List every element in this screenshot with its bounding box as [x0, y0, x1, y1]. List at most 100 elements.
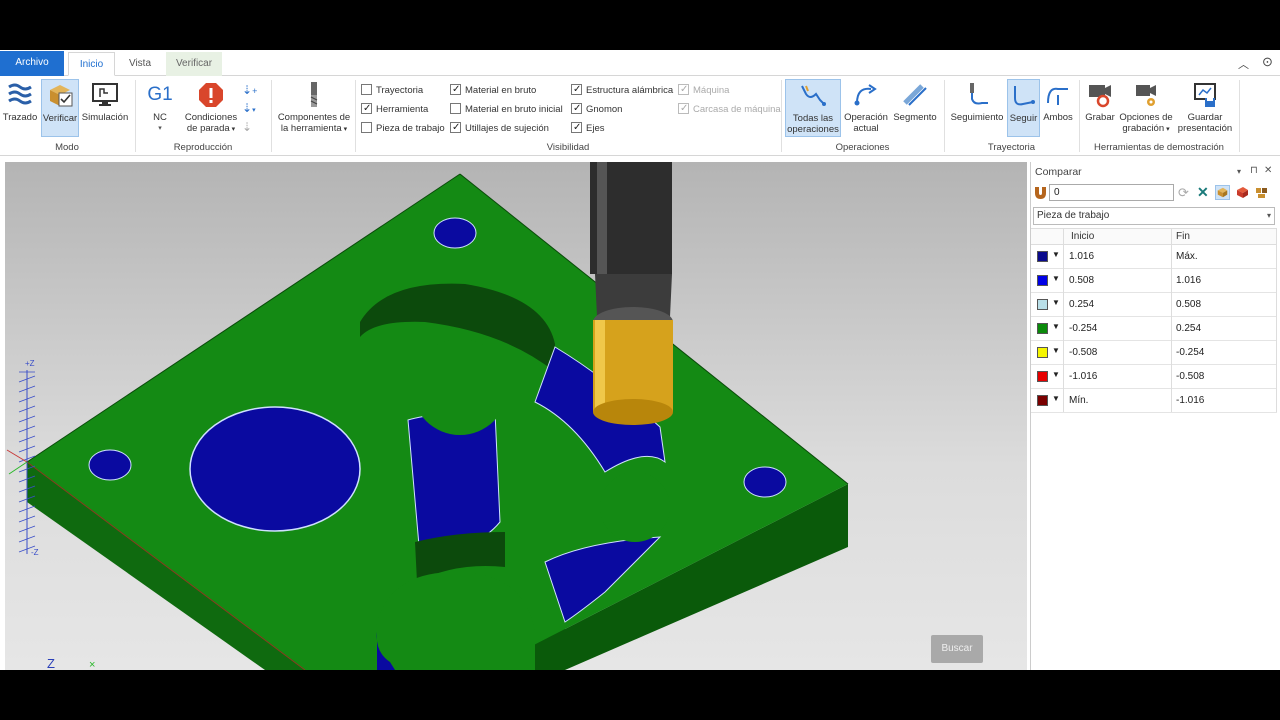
table-body: ▼ 1.016 Máx. ▼ 0.508 1.016 ▼ 0.254 0.508 ▼ -0.254 0… [1031, 245, 1277, 413]
cell-fin[interactable]: -0.254 [1176, 347, 1204, 358]
checkbox-box[interactable] [361, 122, 372, 133]
color-swatch[interactable] [1037, 323, 1048, 334]
color-dropdown-icon[interactable]: ▼ [1052, 394, 1060, 403]
compare-target-dropdown[interactable]: Pieza de trabajo ▾ [1033, 207, 1275, 225]
close-icon[interactable]: ✕ [1264, 165, 1272, 176]
cell-inicio[interactable]: Mín. [1069, 395, 1088, 406]
compare-value-input[interactable]: 0 [1049, 184, 1174, 201]
checkbox-trayectoria[interactable]: Trayectoria [361, 84, 423, 98]
group-label-reproduccion: Reproducción [173, 142, 233, 153]
gouge-box-icon[interactable] [1235, 185, 1250, 200]
tab-verificar[interactable]: Verificar [166, 52, 222, 76]
grabar-button[interactable]: Grabar [1083, 79, 1117, 123]
tab-archivo[interactable]: Archivo [0, 51, 64, 76]
seguir-button[interactable]: Seguir [1007, 79, 1040, 137]
color-dropdown-icon[interactable]: ▼ [1052, 250, 1060, 259]
checkbox-material-en-bruto[interactable]: Material en bruto [450, 83, 536, 98]
3d-viewport[interactable]: +Z -Z Z × Buscar [5, 162, 1027, 670]
color-dropdown-icon[interactable]: ▼ [1052, 298, 1060, 307]
table-row[interactable]: ▼ 0.508 1.016 [1031, 269, 1277, 293]
table-row[interactable]: ▼ -0.508 -0.254 [1031, 341, 1277, 365]
color-dropdown-icon[interactable]: ▼ [1052, 274, 1060, 283]
cell-fin[interactable]: 1.016 [1176, 275, 1201, 286]
nc-label: NC [153, 112, 167, 123]
cell-inicio[interactable]: 0.508 [1069, 275, 1094, 286]
cell-inicio[interactable]: -0.508 [1069, 347, 1097, 358]
checkbox-pieza-de-trabajo[interactable]: Pieza de trabajo [361, 122, 445, 136]
verificar-button[interactable]: Verificar [41, 79, 79, 137]
checkbox-label: Máquina [693, 85, 730, 96]
nc-button[interactable]: G1 NC ▾ [142, 79, 178, 134]
holder-icon[interactable] [1254, 185, 1269, 200]
cell-fin[interactable]: -0.508 [1176, 371, 1204, 382]
help-icon[interactable]: ⊙ [1262, 54, 1273, 70]
componentes-herramienta-button[interactable]: Componentes de la herramienta ▾ [275, 79, 353, 135]
checkbox-label: Estructura alámbrica [586, 85, 674, 96]
operacion-actual-button[interactable]: Operación actual [843, 79, 889, 134]
clear-icon[interactable]: ✕ [1197, 185, 1212, 200]
tab-inicio[interactable]: Inicio [68, 52, 115, 76]
refresh-icon[interactable]: ⟳ [1178, 185, 1193, 200]
magnet-icon[interactable] [1033, 185, 1048, 200]
checkbox-utillajes-de-sujeción[interactable]: Utillajes de sujeción [450, 121, 549, 136]
table-row[interactable]: ▼ -0.254 0.254 [1031, 317, 1277, 341]
seguimiento-button[interactable]: Seguimiento [949, 79, 1005, 123]
panel-menu-icon[interactable]: ▾ [1237, 167, 1241, 176]
divider [1239, 80, 1240, 152]
simulacion-button[interactable]: Simulación [81, 79, 129, 123]
segmento-button[interactable]: Segmento [892, 79, 938, 123]
checkbox-material-en-bruto-inicial[interactable]: Material en bruto inicial [450, 103, 563, 117]
table-row[interactable]: ▼ 1.016 Máx. [1031, 245, 1277, 269]
trazado-button[interactable]: Trazado [2, 79, 38, 123]
step-forward-icon[interactable]: ⇣+ [242, 82, 264, 100]
color-dropdown-icon[interactable]: ▼ [1052, 370, 1060, 379]
color-dropdown-icon[interactable]: ▼ [1052, 346, 1060, 355]
checkbox-ejes[interactable]: Ejes [571, 121, 604, 136]
cell-fin[interactable]: 0.508 [1176, 299, 1201, 310]
buscar-button[interactable]: Buscar [931, 635, 983, 663]
checkbox-herramienta[interactable]: Herramienta [361, 102, 428, 117]
color-swatch[interactable] [1037, 275, 1048, 286]
checkbox-gnomon[interactable]: Gnomon [571, 102, 622, 117]
color-dropdown-icon[interactable]: ▼ [1052, 322, 1060, 331]
step-back-icon[interactable]: ⇣▾ [242, 100, 264, 119]
cell-inicio[interactable]: -1.016 [1069, 371, 1097, 382]
color-swatch[interactable] [1037, 251, 1048, 262]
checkbox-estructura-alámbrica[interactable]: Estructura alámbrica [571, 83, 674, 98]
color-swatch[interactable] [1037, 395, 1048, 406]
tab-vista[interactable]: Vista [118, 52, 162, 76]
checkbox-box[interactable] [571, 121, 582, 134]
table-row[interactable]: ▼ -1.016 -0.508 [1031, 365, 1277, 389]
table-row[interactable]: ▼ Mín. -1.016 [1031, 389, 1277, 413]
todas-label-2: operaciones [787, 124, 839, 135]
checkbox-box[interactable] [571, 102, 582, 115]
checkbox-box[interactable] [450, 83, 461, 96]
column-divider [1171, 228, 1172, 412]
todas-operaciones-button[interactable]: Todas las operaciones [785, 79, 841, 137]
cell-fin[interactable]: 0.254 [1176, 323, 1201, 334]
cell-inicio[interactable]: 0.254 [1069, 299, 1094, 310]
table-row[interactable]: ▼ 0.254 0.508 [1031, 293, 1277, 317]
ambos-button[interactable]: Ambos [1041, 79, 1075, 123]
color-swatch[interactable] [1037, 347, 1048, 358]
color-swatch[interactable] [1037, 371, 1048, 382]
cell-fin[interactable]: -1.016 [1176, 395, 1204, 406]
guardar-presentacion-button[interactable]: Guardar presentación [1176, 79, 1234, 134]
checkbox-box[interactable] [571, 83, 582, 96]
group-label-trayectoria: Trayectoria [987, 142, 1036, 153]
checkbox-box[interactable] [450, 103, 461, 114]
condiciones-parada-button[interactable]: Condiciones de parada ▾ [182, 79, 240, 135]
stock-box-icon[interactable] [1215, 185, 1230, 200]
cell-inicio[interactable]: -0.254 [1069, 323, 1097, 334]
checkbox-box[interactable] [450, 121, 461, 134]
pin-icon[interactable]: ⊓ [1250, 165, 1258, 176]
opciones-grabacion-button[interactable]: Opciones de grabación ▾ [1119, 79, 1173, 135]
collapse-ribbon-icon[interactable]: ︿ [1238, 56, 1249, 72]
color-swatch[interactable] [1037, 299, 1048, 310]
cell-inicio[interactable]: 1.016 [1069, 251, 1094, 262]
simulacion-label: Simulación [81, 112, 129, 123]
cell-fin[interactable]: Máx. [1176, 251, 1198, 262]
checkbox-box[interactable] [361, 102, 372, 115]
checkbox-box[interactable] [361, 84, 372, 95]
grabar-label: Grabar [1085, 112, 1115, 123]
